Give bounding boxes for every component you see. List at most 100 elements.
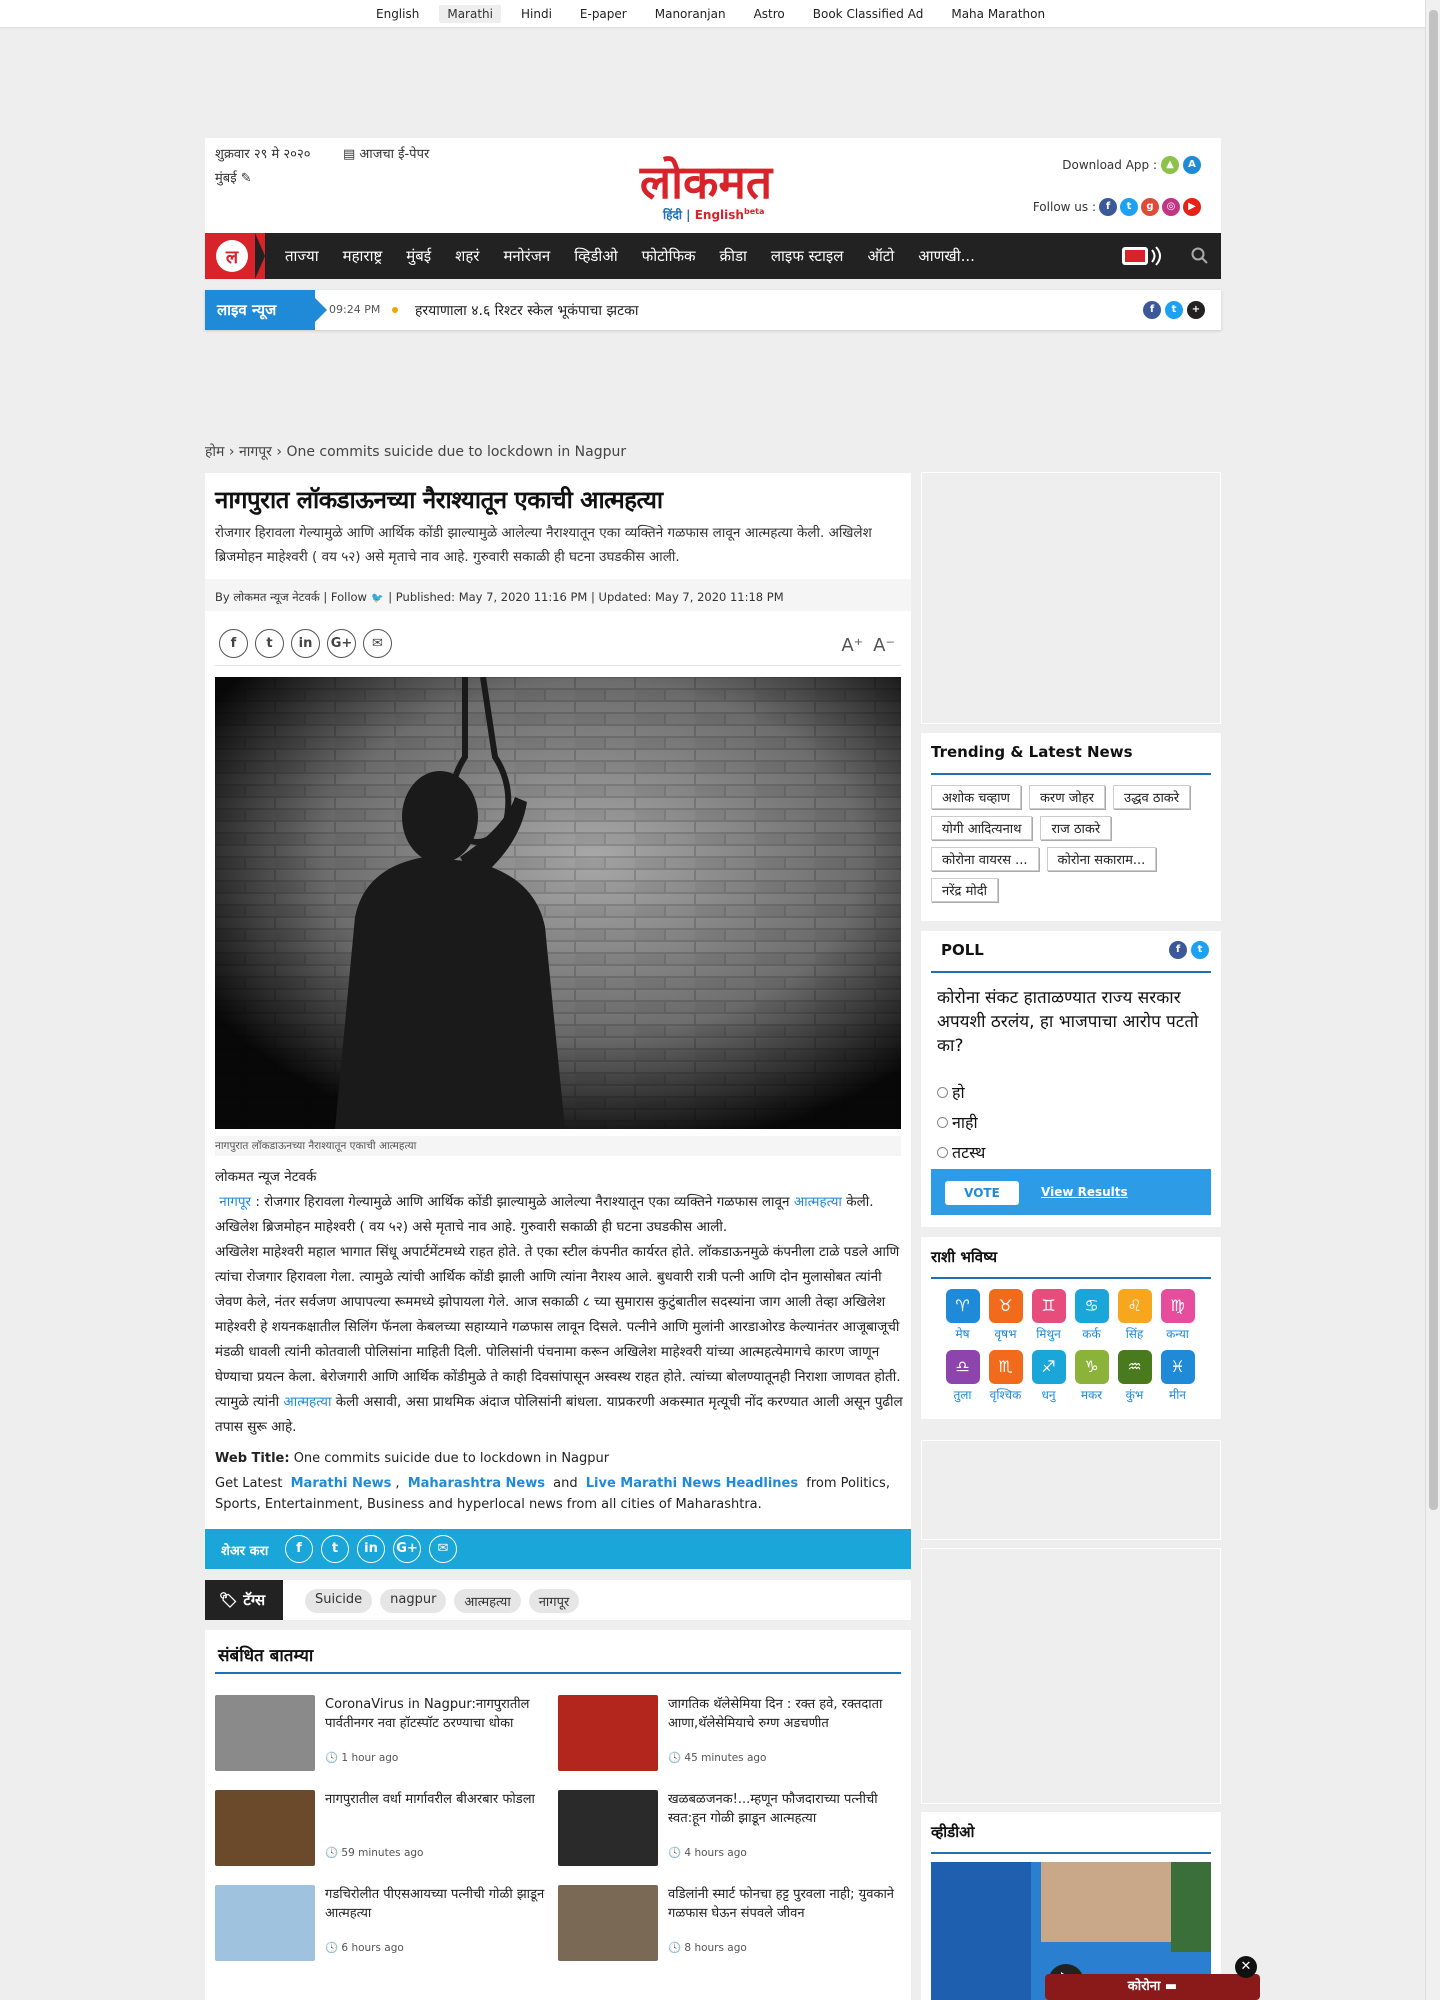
virgo-icon[interactable]: ♍ <box>1160 1289 1195 1323</box>
city-selector[interactable]: मुंबई ✎ <box>215 168 252 186</box>
twitter-share-icon[interactable]: t <box>321 1535 349 1563</box>
city-link[interactable]: नागपूर <box>219 1194 251 1210</box>
lokmat-logo[interactable]: लोकमत <box>593 152 819 214</box>
trending-chip[interactable]: उद्धव ठाकरे <box>1113 785 1191 809</box>
related-item[interactable]: नागपुरातील वर्धा मार्गावरील बीअरबार फोडल… <box>215 1790 555 1870</box>
horoscope-sign-name[interactable]: तुला <box>941 1386 984 1403</box>
scrollbar[interactable] <box>1425 0 1440 2000</box>
taurus-icon[interactable]: ♉ <box>988 1289 1023 1323</box>
related-item[interactable]: गडचिरोलीत पीएसआयच्या पत्नीची गोळी झाडून … <box>215 1885 555 1965</box>
google-plus-share-icon[interactable]: G+ <box>327 629 356 658</box>
poll-option[interactable]: तटस्थ <box>937 1141 985 1163</box>
font-increase-icon[interactable]: A⁺ <box>841 635 863 656</box>
facebook-share-icon[interactable]: f <box>285 1535 313 1563</box>
top-link-1[interactable]: Marathi <box>439 5 501 23</box>
plus-icon[interactable]: + <box>1187 301 1205 319</box>
horoscope-sign-name[interactable]: कन्या <box>1156 1325 1199 1342</box>
related-title[interactable]: वडिलांनी स्मार्ट फोनचा हट्ट पुरवला नाही;… <box>668 1885 896 1923</box>
close-icon[interactable]: ✕ <box>1235 1956 1257 1978</box>
linkedin-share-icon[interactable]: in <box>357 1535 385 1563</box>
related-item[interactable]: खळबळजनक!...म्हणून फौजदाराच्या पत्नीची स्… <box>558 1790 898 1870</box>
home-logo-button[interactable]: ल <box>205 233 265 279</box>
horoscope-sign-name[interactable]: वृश्चिक <box>984 1386 1027 1403</box>
leo-icon[interactable]: ♌ <box>1117 1289 1152 1323</box>
trending-chip[interactable]: राज ठाकरे <box>1040 816 1112 840</box>
logo-hindi-link[interactable]: हिंदी <box>663 208 682 222</box>
tag-chip[interactable]: आत्महत्या <box>454 1589 521 1613</box>
horoscope-sign-name[interactable]: मिथुन <box>1027 1325 1070 1342</box>
related-thumbnail[interactable] <box>215 1695 315 1771</box>
vote-button[interactable]: VOTE <box>945 1181 1019 1205</box>
youtube-icon[interactable]: ▶ <box>1183 198 1201 216</box>
aries-icon[interactable]: ♈ <box>945 1289 980 1323</box>
horoscope-sign[interactable]: ♑ मकर <box>1070 1350 1113 1403</box>
horoscope-sign[interactable]: ♉ वृषभ <box>984 1289 1027 1342</box>
nav-item-6[interactable]: फोटोफिक <box>642 246 696 266</box>
related-item[interactable]: जागतिक थॅलेसेमिया दिन : रक्त हवे, रक्तदा… <box>558 1695 898 1775</box>
horoscope-sign[interactable]: ♊ मिथुन <box>1027 1289 1070 1342</box>
email-share-icon[interactable]: ✉ <box>363 629 392 658</box>
nav-item-5[interactable]: व्हिडीओ <box>574 246 617 266</box>
nav-item-10[interactable]: आणखी... <box>918 246 975 266</box>
related-thumbnail[interactable] <box>215 1790 315 1866</box>
horoscope-sign[interactable]: ♒ कुंभ <box>1113 1350 1156 1403</box>
instagram-icon[interactable]: ◎ <box>1162 198 1180 216</box>
top-link-3[interactable]: E-paper <box>572 5 635 23</box>
view-results-link[interactable]: View Results <box>1041 1185 1128 1199</box>
corona-badge[interactable]: कोरोना ▬ <box>1045 1974 1260 2000</box>
epaper-link[interactable]: ▤ आजचा ई-पेपर <box>343 144 429 162</box>
byline-author[interactable]: By लोकमत न्यूज नेटवर्क | Follow <box>215 590 367 604</box>
logo-english-link[interactable]: Englishbeta <box>695 207 765 222</box>
top-link-5[interactable]: Astro <box>746 5 793 23</box>
horoscope-sign-name[interactable]: वृषभ <box>984 1325 1027 1342</box>
capricorn-icon[interactable]: ♑ <box>1074 1350 1109 1384</box>
horoscope-sign[interactable]: ♍ कन्या <box>1156 1289 1199 1342</box>
tag-chip[interactable]: Suicide <box>305 1589 373 1613</box>
nav-item-0[interactable]: ताज्या <box>285 246 319 266</box>
related-title[interactable]: खळबळजनक!...म्हणून फौजदाराच्या पत्नीची स्… <box>668 1790 896 1828</box>
nav-item-1[interactable]: महाराष्ट्र <box>343 246 383 266</box>
radio-button[interactable] <box>937 1116 948 1128</box>
horoscope-sign-name[interactable]: धनु <box>1027 1386 1070 1403</box>
top-link-6[interactable]: Book Classified Ad <box>805 5 932 23</box>
marathi-news-link[interactable]: Marathi News <box>291 1476 392 1491</box>
trending-chip[interactable]: नरेंद्र मोदी <box>931 878 998 902</box>
facebook-icon[interactable]: f <box>1169 941 1187 959</box>
nav-item-2[interactable]: मुंबई <box>406 246 431 266</box>
twitter-icon[interactable]: t <box>1191 941 1209 959</box>
suicide-link[interactable]: आत्महत्या <box>283 1394 331 1410</box>
trending-chip[interactable]: कोरोना सकाराम... <box>1046 847 1157 871</box>
pisces-icon[interactable]: ♓ <box>1160 1350 1195 1384</box>
live-tv-icon[interactable] <box>1114 244 1166 268</box>
live-headlines-link[interactable]: Live Marathi News Headlines <box>586 1476 798 1491</box>
libra-icon[interactable]: ♎ <box>945 1350 980 1384</box>
related-title[interactable]: गडचिरोलीत पीएसआयच्या पत्नीची गोळी झाडून … <box>325 1885 553 1923</box>
related-item[interactable]: वडिलांनी स्मार्ट फोनचा हट्ट पुरवला नाही;… <box>558 1885 898 1965</box>
nav-item-9[interactable]: ऑटो <box>867 246 894 266</box>
facebook-share-icon[interactable]: f <box>219 629 248 658</box>
related-title[interactable]: नागपुरातील वर्धा मार्गावरील बीअरबार फोडल… <box>325 1790 553 1809</box>
android-icon[interactable]: ▲ <box>1161 156 1179 174</box>
gemini-icon[interactable]: ♊ <box>1031 1289 1066 1323</box>
search-icon[interactable] <box>1191 247 1209 265</box>
facebook-icon[interactable]: f <box>1099 198 1117 216</box>
twitter-icon[interactable]: 🐦 <box>371 592 385 606</box>
cancer-icon[interactable]: ♋ <box>1074 1289 1109 1323</box>
related-title[interactable]: CoronaVirus in Nagpur:नागपुरातील पार्वती… <box>325 1695 553 1733</box>
live-news-label[interactable]: लाइव न्यूज <box>205 290 327 330</box>
top-link-0[interactable]: English <box>368 5 427 23</box>
trending-chip[interactable]: योगी आदित्यनाथ <box>931 816 1033 840</box>
horoscope-sign-name[interactable]: कर्क <box>1070 1325 1113 1342</box>
google-plus-share-icon[interactable]: G+ <box>393 1535 421 1563</box>
trending-chip[interactable]: कोरोना वायरस ... <box>931 847 1039 871</box>
trending-chip[interactable]: अशोक चव्हाण <box>931 785 1021 809</box>
tag-chip[interactable]: nagpur <box>380 1589 447 1613</box>
related-title[interactable]: जागतिक थॅलेसेमिया दिन : रक्त हवे, रक्तदा… <box>668 1695 896 1733</box>
top-link-7[interactable]: Maha Marathon <box>943 5 1053 23</box>
twitter-share-icon[interactable]: t <box>255 629 284 658</box>
related-thumbnail[interactable] <box>215 1885 315 1961</box>
apple-store-icon[interactable]: A <box>1183 156 1201 174</box>
horoscope-sign[interactable]: ♓ मीन <box>1156 1350 1199 1403</box>
font-decrease-icon[interactable]: A⁻ <box>873 635 895 656</box>
tag-chip[interactable]: नागपूर <box>528 1589 580 1613</box>
